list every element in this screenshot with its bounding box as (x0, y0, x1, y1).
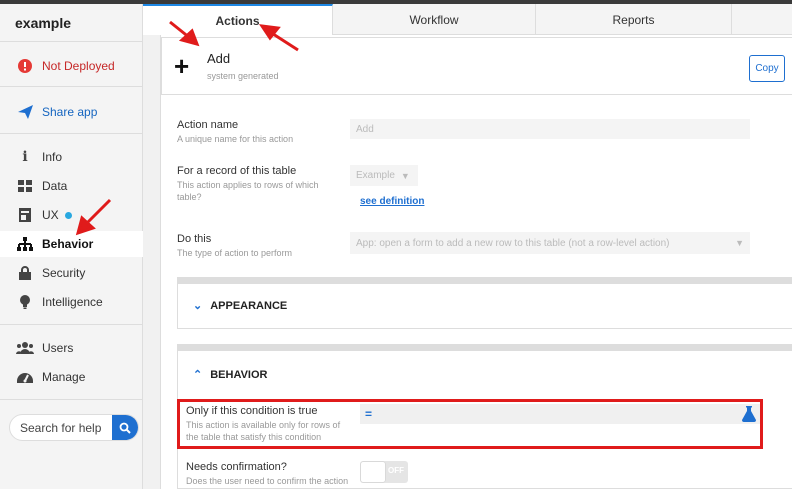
arrow-to-behavior (83, 198, 112, 227)
annotation-arrows (75, 20, 299, 236)
